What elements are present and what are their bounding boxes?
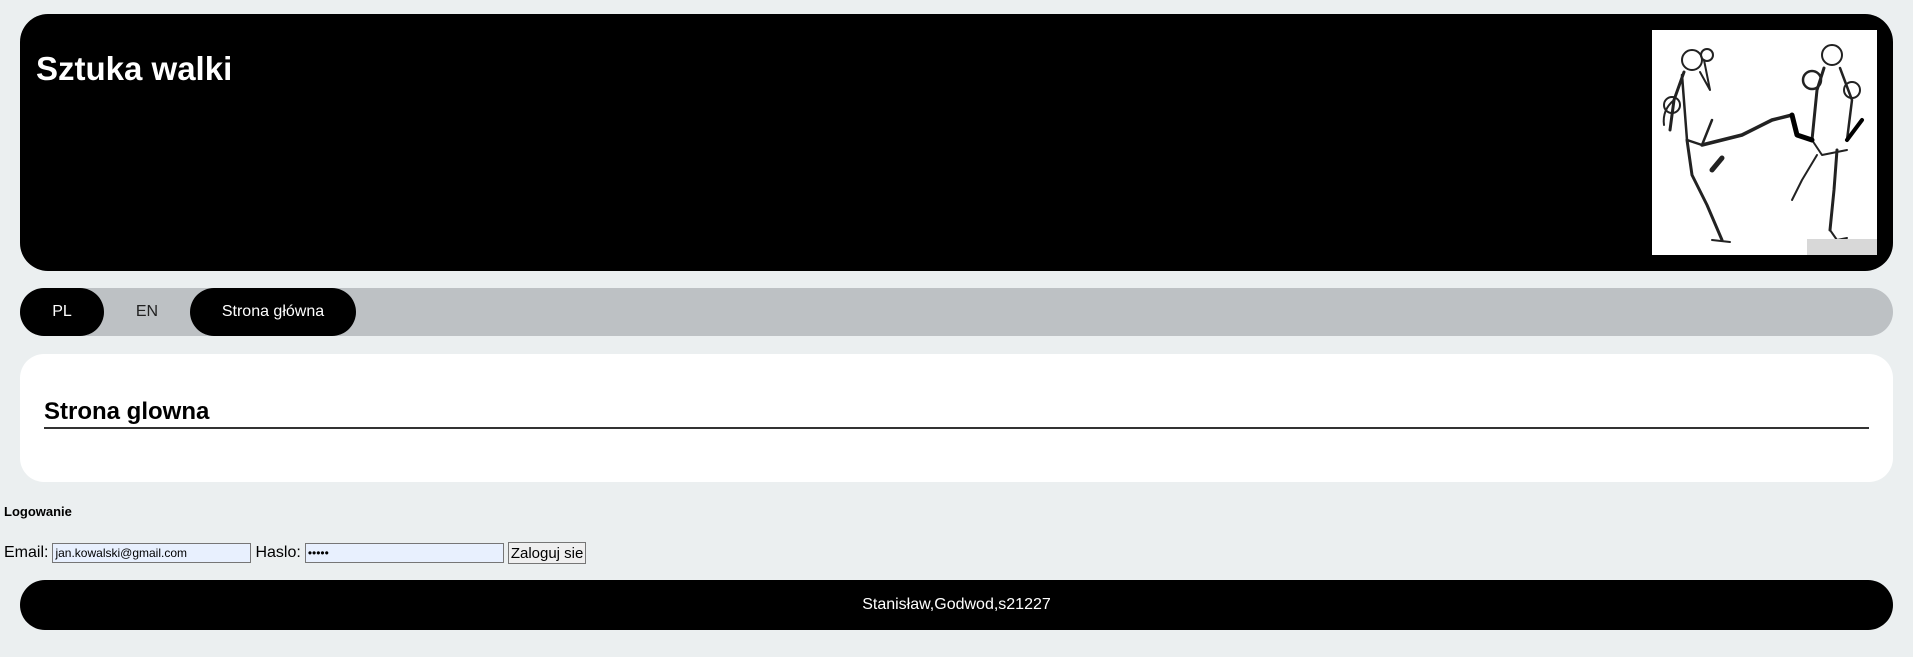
login-button[interactable]: Zaloguj sie <box>507 542 587 564</box>
header-banner: Sztuka walki <box>20 14 1893 271</box>
main-content-panel: Strona glowna <box>20 354 1893 482</box>
email-input[interactable] <box>52 543 252 563</box>
nav-item-home[interactable]: Strona główna <box>190 288 356 336</box>
login-title: Logowanie <box>4 504 72 519</box>
site-title: Sztuka walki <box>36 50 233 87</box>
kickboxers-sketch-image <box>1652 30 1877 255</box>
image-watermark <box>1807 239 1877 255</box>
password-label: Haslo: <box>255 544 301 561</box>
nav-item-pl[interactable]: PL <box>20 288 104 336</box>
fighters-illustration <box>1662 44 1864 243</box>
footer-author-text: Stanisław,Godwod,s21227 <box>862 596 1051 613</box>
login-form: Email: Haslo: Zaloguj sie <box>4 541 587 565</box>
page-heading: Strona glowna <box>44 397 1869 429</box>
nav-item-en[interactable]: EN <box>104 288 190 336</box>
password-input[interactable] <box>304 543 504 563</box>
footer-bar: Stanisław,Godwod,s21227 <box>20 580 1893 630</box>
language-nav-bar: PL EN Strona główna <box>20 288 1893 336</box>
email-label: Email: <box>4 544 49 561</box>
